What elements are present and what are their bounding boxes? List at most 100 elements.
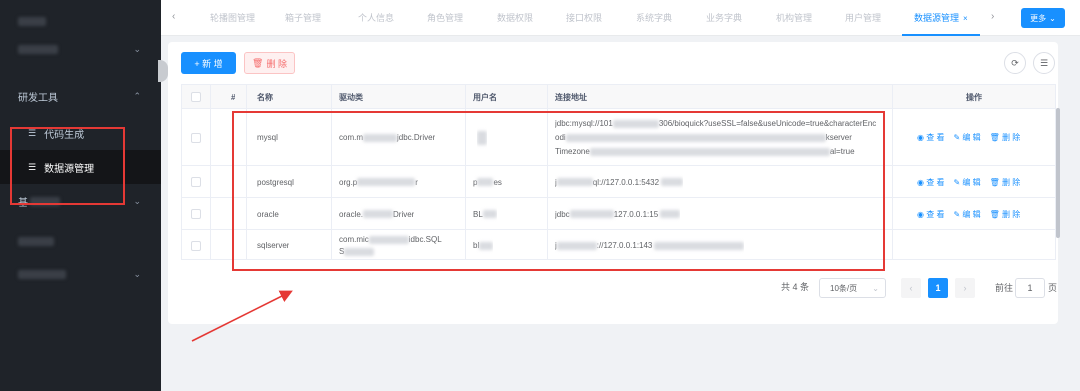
tab-users[interactable]: 用户管理 [845, 0, 881, 36]
view-label: 查 看 [926, 209, 945, 219]
delete-label: 删 除 [1002, 133, 1021, 142]
tab-profile[interactable]: 个人信息 [358, 0, 394, 36]
refresh-button[interactable]: ⟳ [1004, 52, 1026, 74]
trash-icon: 🗑 [989, 177, 1000, 187]
close-icon[interactable]: × [963, 14, 968, 23]
tabs-prev-icon[interactable]: ‹ [172, 11, 175, 22]
page-1-button[interactable]: 1 [928, 278, 948, 298]
row-delete-button[interactable]: 🗑 删 除 [990, 132, 1021, 143]
refresh-icon: ⟳ [1011, 57, 1019, 68]
row-actions: ◉ 查 看 ✎ 编 辑 🗑 删 除 [917, 198, 1020, 230]
row-checkbox[interactable] [191, 166, 201, 198]
add-button[interactable]: + 新 增 [181, 52, 236, 74]
checkbox[interactable] [191, 132, 201, 143]
eye-icon: ◉ [917, 177, 924, 187]
row-checkbox[interactable] [191, 109, 201, 166]
chevron-down-icon: ⌄ [133, 195, 141, 206]
delete-label: 删 除 [1002, 177, 1021, 187]
tabs-bar: ‹ 轮播图管理 箱子管理 个人信息 角色管理 数据权限 接口权限 系统字典 业务… [161, 0, 1080, 36]
checkbox[interactable] [191, 240, 201, 251]
page-size-value: 10条/页 [830, 283, 858, 293]
tab-org[interactable]: 机构管理 [776, 0, 812, 36]
edit-icon: ✎ [953, 177, 961, 187]
table-scrollbar[interactable] [1056, 108, 1060, 238]
checkbox[interactable] [191, 209, 201, 219]
prev-page-button[interactable]: ‹ [901, 278, 921, 298]
table-header [182, 85, 1055, 109]
tab-label: 数据源管理 [914, 13, 960, 23]
col-header-name: 名称 [257, 92, 273, 102]
sidebar-item-redacted-4[interactable]: ⌄ [0, 259, 161, 289]
delete-label: 删 除 [266, 58, 287, 69]
col-header-actions: 操作 [966, 92, 982, 102]
edit-label: 编 辑 [962, 133, 981, 142]
trash-icon: 🗑 [989, 209, 1000, 219]
tab-box[interactable]: 箱子管理 [285, 0, 321, 36]
chevron-up-icon: ⌃ [133, 90, 141, 101]
edit-button[interactable]: ✎ 编 辑 [953, 177, 980, 188]
filter-icon: ☰ [1039, 57, 1049, 68]
row-actions: ◉ 查 看 ✎ 编 辑 🗑 删 除 [917, 109, 1020, 166]
next-page-button[interactable]: › [955, 278, 975, 298]
more-label: 更多 [1030, 13, 1047, 23]
edit-icon: ✎ [953, 133, 961, 142]
chevron-down-icon: ⌄ [133, 268, 141, 279]
edit-label: 编 辑 [962, 177, 981, 187]
view-button[interactable]: ◉ 查 看 [917, 132, 944, 143]
chevron-down-icon: ⌄ [1049, 13, 1056, 23]
goto-prefix: 前往 [995, 283, 1014, 293]
delete-label: 删 除 [1002, 209, 1021, 219]
eye-icon: ◉ [917, 209, 924, 219]
col-header-url: 连接地址 [555, 92, 587, 102]
edit-button[interactable]: ✎ 编 辑 [953, 132, 980, 143]
edit-label: 编 辑 [962, 209, 981, 219]
row-actions: ◉ 查 看 ✎ 编 辑 🗑 删 除 [917, 166, 1020, 198]
annotation-highlight-table [232, 111, 885, 271]
col-header-username: 用户名 [473, 92, 497, 102]
view-label: 查 看 [926, 177, 945, 187]
page-size-select[interactable]: 10条/页 ⌄ [819, 278, 886, 298]
row-checkbox[interactable] [191, 230, 201, 259]
redacted-label [18, 44, 58, 54]
edit-button[interactable]: ✎ 编 辑 [953, 209, 980, 220]
checkbox[interactable] [191, 92, 201, 102]
goto-page-input[interactable]: 1 [1015, 278, 1045, 298]
view-button[interactable]: ◉ 查 看 [917, 177, 944, 188]
tab-carousel[interactable]: 轮播图管理 [210, 0, 255, 36]
tab-datasource[interactable]: 数据源管理 × [902, 0, 980, 36]
tab-api-perm[interactable]: 接口权限 [566, 0, 602, 36]
tab-roles[interactable]: 角色管理 [427, 0, 463, 36]
view-button[interactable]: ◉ 查 看 [917, 209, 944, 220]
chevron-down-icon: ⌄ [133, 43, 141, 54]
sidebar-section-label: 研发工具 [18, 92, 58, 104]
row-checkbox[interactable] [191, 198, 201, 230]
redacted-label [18, 16, 46, 26]
pagination-total: 共 4 条 [781, 282, 810, 292]
tab-data-perm[interactable]: 数据权限 [497, 0, 533, 36]
row-delete-button[interactable]: 🗑 删 除 [990, 209, 1021, 220]
annotation-highlight-sidebar [10, 127, 125, 205]
chevron-down-icon: ⌄ [872, 283, 879, 293]
tab-sys-dict[interactable]: 系统字典 [636, 0, 672, 36]
redacted-label [18, 269, 66, 279]
checkbox[interactable] [191, 177, 201, 187]
view-label: 查 看 [926, 133, 945, 142]
sidebar-item-redacted-1[interactable] [0, 6, 161, 36]
col-header-driver: 驱动类 [339, 92, 363, 102]
delete-button[interactable]: 🗑 删 除 [244, 52, 295, 74]
more-button[interactable]: 更多 ⌄ [1021, 8, 1065, 28]
tabs-next-icon[interactable]: › [991, 11, 994, 22]
sidebar-section-dev-tools[interactable]: 研发工具 ⌃ [0, 81, 161, 111]
sidebar-item-redacted-3[interactable] [0, 226, 161, 256]
sidebar-collapse-handle[interactable] [158, 60, 168, 82]
sidebar-item-redacted-2[interactable]: ⌄ [0, 34, 161, 64]
trash-icon: 🗑 [989, 133, 1000, 142]
edit-icon: ✎ [953, 209, 961, 219]
col-header-index: # [231, 92, 236, 102]
row-delete-button[interactable]: 🗑 删 除 [990, 177, 1021, 188]
eye-icon: ◉ [917, 133, 924, 142]
column-settings-button[interactable]: ☰ [1033, 52, 1055, 74]
tab-biz-dict[interactable]: 业务字典 [706, 0, 742, 36]
trash-icon: 🗑 [252, 57, 264, 68]
select-all-checkbox[interactable] [191, 85, 201, 109]
